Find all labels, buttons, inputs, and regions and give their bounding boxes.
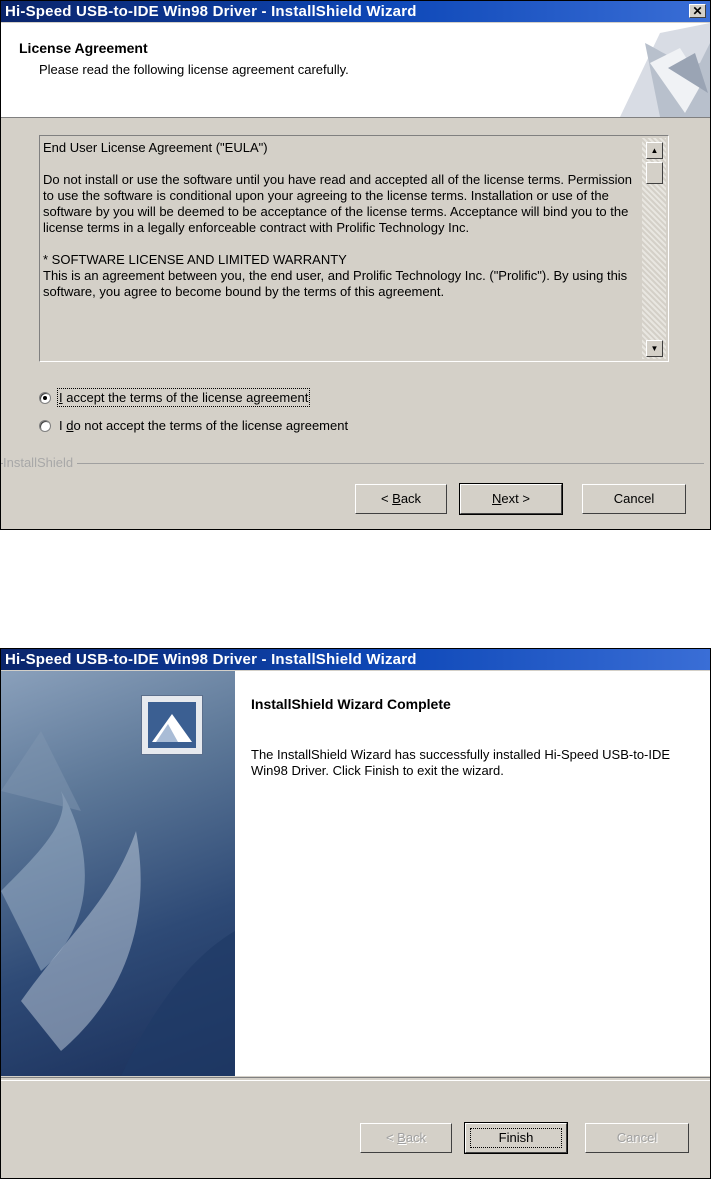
button-label-part: < (380, 491, 393, 506)
button-label: Cancel (616, 1130, 658, 1145)
back-button[interactable]: < Back (355, 484, 447, 514)
accept-radio[interactable] (39, 391, 51, 404)
wizard-side-banner (1, 671, 235, 1076)
arrow-down-icon: ▼ (650, 344, 659, 353)
scroll-down-button[interactable]: ▼ (646, 340, 663, 357)
vertical-scrollbar[interactable]: ▲ ▼ (642, 138, 666, 359)
cancel-button[interactable]: Cancel (585, 1123, 689, 1153)
title-bar[interactable]: Hi-Speed USB-to-IDE Win98 Driver - Insta… (1, 1, 710, 22)
window-title: Hi-Speed USB-to-IDE Win98 Driver - Insta… (5, 651, 417, 668)
button-label-part: < (385, 1130, 398, 1145)
scroll-up-button[interactable]: ▲ (646, 142, 663, 159)
installshield-brand: InstallShield (3, 455, 78, 470)
arrow-up-icon: ▲ (650, 146, 659, 155)
close-icon: ✕ (692, 4, 703, 18)
back-button[interactable]: < Back (360, 1123, 452, 1153)
installshield-logo-icon (141, 695, 203, 755)
label-part: accept the terms of the license agreemen… (62, 390, 309, 405)
window-title: Hi-Speed USB-to-IDE Win98 Driver - Insta… (5, 3, 417, 20)
complete-dialog: Hi-Speed USB-to-IDE Win98 Driver - Insta… (0, 648, 711, 1179)
title-bar[interactable]: Hi-Speed USB-to-IDE Win98 Driver - Insta… (1, 649, 710, 670)
close-button[interactable]: ✕ (689, 4, 706, 18)
finish-button[interactable]: Finish (464, 1122, 568, 1154)
page-title: License Agreement (19, 40, 148, 56)
license-paragraph: End User License Agreement ("EULA") (43, 140, 268, 155)
button-label-part: ext > (501, 491, 530, 506)
wizard-content: InstallShield Wizard Complete The Instal… (235, 671, 710, 1076)
next-button[interactable]: Next > (459, 483, 563, 515)
license-text-box[interactable]: End User License Agreement ("EULA") Do n… (39, 135, 669, 362)
divider (1, 1077, 710, 1081)
page-subtitle: Please read the following license agreem… (39, 62, 349, 77)
button-mnemonic: B (392, 491, 401, 506)
decline-radio-option[interactable]: I do not accept the terms of the license… (39, 418, 348, 433)
license-paragraph: * SOFTWARE LICENSE AND LIMITED WARRANTY … (43, 252, 628, 299)
button-label-part: ack (400, 491, 422, 506)
page-title: InstallShield Wizard Complete (251, 696, 451, 712)
button-label-part: ack (405, 1130, 427, 1145)
accept-radio-label[interactable]: I accept the terms of the license agreem… (56, 388, 311, 407)
decline-radio-label[interactable]: I do not accept the terms of the license… (59, 418, 348, 433)
label-part: o not accept the terms of the license ag… (73, 418, 349, 433)
license-paragraph: Do not install or use the software until… (43, 172, 632, 235)
scroll-thumb[interactable] (646, 162, 663, 184)
button-label: Cancel (613, 491, 655, 506)
decline-radio[interactable] (39, 419, 51, 432)
completion-message: The InstallShield Wizard has successfull… (251, 747, 671, 778)
button-label: Finish (466, 1124, 566, 1152)
license-dialog: Hi-Speed USB-to-IDE Win98 Driver - Insta… (0, 0, 711, 530)
accept-radio-option[interactable]: I accept the terms of the license agreem… (39, 388, 311, 407)
wizard-header: License Agreement Please read the follow… (1, 23, 710, 118)
divider (1, 463, 704, 464)
button-mnemonic: N (492, 491, 502, 506)
button-mnemonic: B (397, 1130, 406, 1145)
license-text: End User License Agreement ("EULA") Do n… (43, 140, 641, 355)
installshield-banner-icon (590, 23, 710, 117)
cancel-button[interactable]: Cancel (582, 484, 686, 514)
